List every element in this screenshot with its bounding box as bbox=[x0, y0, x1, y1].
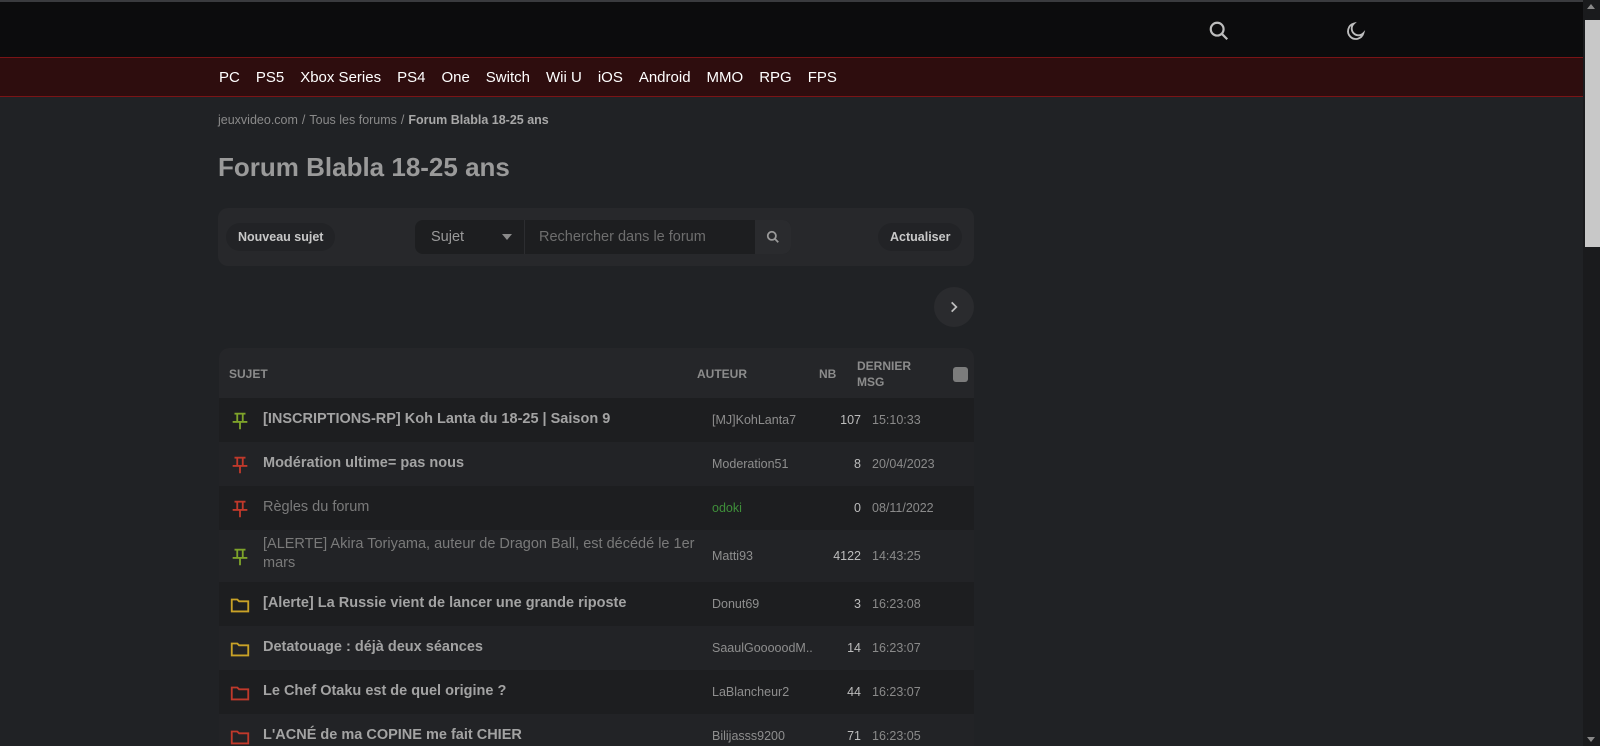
topic-last-message-link[interactable]: 16:23:07 bbox=[872, 685, 921, 699]
topic-message-count: 8 bbox=[854, 457, 861, 471]
topic-last-message-link[interactable]: 16:23:07 bbox=[872, 641, 921, 655]
next-page-button[interactable] bbox=[934, 287, 974, 327]
topic-message-count: 14 bbox=[847, 641, 861, 655]
search-type-select[interactable]: Sujet bbox=[415, 220, 525, 254]
table-row: Modération ultime= pas nous Moderation51 8… bbox=[219, 442, 974, 486]
platform-link-one[interactable]: One bbox=[441, 69, 469, 86]
topic-author-link[interactable]: LaBlancheur2 bbox=[712, 685, 812, 699]
topic-title-link[interactable]: L'ACNÉ de ma COPINE me fait CHIER bbox=[263, 727, 703, 743]
table-row: L'ACNÉ de ma COPINE me fait CHIER Bilijas… bbox=[219, 714, 974, 746]
new-topic-button[interactable]: Nouveau sujet bbox=[226, 223, 336, 251]
breadcrumb-forums-link[interactable]: Tous les forums bbox=[309, 113, 397, 127]
pin-icon bbox=[229, 498, 251, 520]
pin-icon bbox=[229, 454, 251, 476]
refresh-button[interactable]: Actualiser bbox=[878, 223, 963, 251]
pin-icon bbox=[229, 546, 251, 568]
header-nb[interactable]: NB bbox=[819, 367, 836, 381]
topic-author-link[interactable]: Moderation51 bbox=[712, 457, 812, 471]
forum-search-group: Sujet bbox=[415, 220, 791, 254]
search-submit-button[interactable] bbox=[755, 220, 791, 254]
breadcrumb: jeuxvideo.com / Tous les forums / Forum … bbox=[218, 113, 549, 127]
page-title: Forum Blabla 18-25 ans bbox=[218, 152, 510, 182]
topic-title-link[interactable]: [INSCRIPTIONS-RP] Koh Lanta du 18-25 | S… bbox=[263, 411, 703, 427]
platform-nav: PC PS5 Xbox Series PS4 One Switch Wii U iOS Andr… bbox=[0, 57, 1583, 97]
topic-last-message-link[interactable]: 15:10:33 bbox=[872, 413, 921, 427]
topic-title-link[interactable]: Le Chef Otaku est de quel origine ? bbox=[263, 683, 703, 699]
platform-link-pc[interactable]: PC bbox=[219, 69, 240, 86]
topic-title-link[interactable]: Règles du forum bbox=[263, 499, 703, 515]
topic-title-link[interactable]: [Alerte] La Russie vient de lancer une g… bbox=[263, 595, 703, 611]
platform-link-android[interactable]: Android bbox=[639, 69, 691, 86]
topic-last-message-link[interactable]: 16:23:08 bbox=[872, 597, 921, 611]
breadcrumb-separator: / bbox=[400, 113, 405, 127]
breadcrumb-separator: / bbox=[301, 113, 306, 127]
topic-table: SUJET AUTEUR NB DERNIER MSG [INSCRIPTION… bbox=[219, 348, 974, 746]
platform-link-fps[interactable]: FPS bbox=[808, 69, 837, 86]
topic-author-link[interactable]: Matti93 bbox=[712, 549, 812, 563]
moon-icon[interactable] bbox=[1345, 20, 1367, 42]
header-last-msg-line1[interactable]: DERNIER bbox=[857, 359, 911, 373]
topic-author-link[interactable]: odoki bbox=[712, 501, 812, 515]
page-scrollbar[interactable] bbox=[1583, 0, 1600, 746]
platform-link-ios[interactable]: iOS bbox=[598, 69, 623, 86]
platform-link-rpg[interactable]: RPG bbox=[759, 69, 792, 86]
topic-last-message-link[interactable]: 16:23:05 bbox=[872, 729, 921, 743]
scroll-thumb[interactable] bbox=[1585, 20, 1600, 247]
table-row: [INSCRIPTIONS-RP] Koh Lanta du 18-25 | S… bbox=[219, 398, 974, 442]
table-row: Règles du forum odoki 0 08/11/2022 bbox=[219, 486, 974, 530]
forum-search-input[interactable] bbox=[525, 220, 755, 254]
scroll-up-icon[interactable] bbox=[1587, 4, 1595, 9]
topic-title-link[interactable]: Modération ultime= pas nous bbox=[263, 455, 703, 471]
chevron-right-icon bbox=[951, 301, 958, 313]
header-author[interactable]: AUTEUR bbox=[697, 367, 747, 381]
breadcrumb-home-link[interactable]: jeuxvideo.com bbox=[218, 113, 298, 127]
search-type-value: Sujet bbox=[431, 229, 465, 245]
caret-down-icon bbox=[502, 234, 512, 240]
topic-message-count: 44 bbox=[847, 685, 861, 699]
topic-message-count: 4122 bbox=[833, 549, 861, 563]
header-subject[interactable]: SUJET bbox=[229, 367, 268, 381]
table-row: [ALERTE] Akira Toriyama, auteur de Drago… bbox=[219, 530, 974, 582]
topic-author-link[interactable]: SaaulGooooodM... bbox=[712, 641, 812, 655]
topic-last-message-link[interactable]: 14:43:25 bbox=[872, 549, 921, 563]
header-last-msg-line2[interactable]: MSG bbox=[857, 375, 884, 389]
top-header bbox=[0, 0, 1583, 57]
topic-author-link[interactable]: [MJ]KohLanta7 bbox=[712, 413, 812, 427]
folder-icon bbox=[229, 638, 251, 660]
platform-link-mmo[interactable]: MMO bbox=[707, 69, 744, 86]
platform-link-wii-u[interactable]: Wii U bbox=[546, 69, 582, 86]
platform-link-switch[interactable]: Switch bbox=[486, 69, 530, 86]
topic-message-count: 0 bbox=[854, 501, 861, 515]
table-row: Le Chef Otaku est de quel origine ? LaBla… bbox=[219, 670, 974, 714]
search-icon[interactable] bbox=[1208, 20, 1230, 42]
topic-message-count: 3 bbox=[854, 597, 861, 611]
table-header: SUJET AUTEUR NB DERNIER MSG bbox=[219, 348, 974, 398]
topic-author-link[interactable]: Bilijasss9200 bbox=[712, 729, 812, 743]
table-row: Detatouage : déjà deux séances SaaulGoooo… bbox=[219, 626, 974, 670]
table-row: [Alerte] La Russie vient de lancer une g… bbox=[219, 582, 974, 626]
pin-icon bbox=[229, 410, 251, 432]
folder-icon bbox=[229, 726, 251, 746]
forum-action-bar: Nouveau sujet Sujet Actualiser bbox=[218, 208, 974, 266]
folder-icon bbox=[229, 594, 251, 616]
platform-link-xbox-series[interactable]: Xbox Series bbox=[300, 69, 381, 86]
topic-message-count: 71 bbox=[847, 729, 861, 743]
scroll-down-icon[interactable] bbox=[1587, 737, 1595, 742]
topic-last-message-link[interactable]: 20/04/2023 bbox=[872, 457, 935, 471]
topic-message-count: 107 bbox=[840, 413, 861, 427]
topic-last-message-link[interactable]: 08/11/2022 bbox=[872, 501, 934, 515]
select-all-checkbox[interactable] bbox=[953, 367, 968, 382]
folder-icon bbox=[229, 682, 251, 704]
topic-title-link[interactable]: [ALERTE] Akira Toriyama, auteur de Drago… bbox=[263, 535, 703, 573]
platform-link-ps4[interactable]: PS4 bbox=[397, 69, 425, 86]
platform-link-ps5[interactable]: PS5 bbox=[256, 69, 284, 86]
topic-author-link[interactable]: Donut69 bbox=[712, 597, 812, 611]
search-icon bbox=[766, 230, 779, 243]
topic-title-link[interactable]: Detatouage : déjà deux séances bbox=[263, 639, 703, 655]
breadcrumb-current: Forum Blabla 18-25 ans bbox=[408, 113, 549, 127]
